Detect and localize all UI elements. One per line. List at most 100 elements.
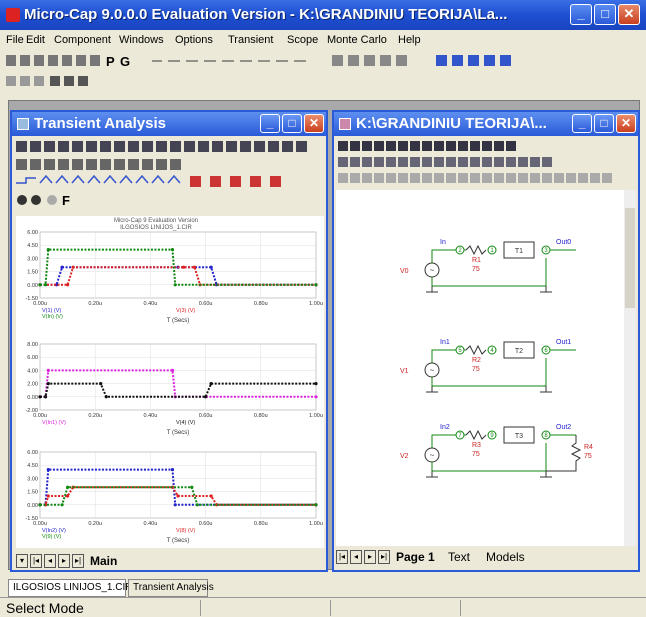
nav-prev-first-button[interactable]: |◂	[30, 554, 42, 568]
transient-title-bar[interactable]: Transient Analysis _ □ ✕	[12, 112, 326, 136]
y-tick-label: 2.00	[27, 382, 38, 388]
x-tick-label: 0.00u	[33, 521, 47, 527]
data-point	[99, 382, 103, 386]
in-node-label: In1	[440, 339, 450, 346]
tab-text[interactable]: Text	[448, 550, 470, 564]
sch-nav-prev-button[interactable]: ◂	[350, 550, 362, 564]
menu-options[interactable]: Options	[175, 34, 213, 46]
schematic-canvas[interactable]: ~V0In2R1751 T1 3Out0~V1In15R2754 T2 6Out1~V2…	[336, 190, 636, 546]
data-point	[190, 485, 194, 489]
chart-frame	[39, 451, 317, 519]
nav-prev-button[interactable]: ◂	[44, 554, 56, 568]
sch-nav-last-button[interactable]: ▸|	[378, 550, 390, 564]
sch-nav-next-button[interactable]: ▸	[364, 550, 376, 564]
data-point	[60, 265, 64, 269]
secondary-toolbar-icons[interactable]	[2, 72, 302, 90]
app-title-bar[interactable]: Micro-Cap 9.0.0.0 Evaluation Version - K…	[0, 0, 646, 30]
app-title: Micro-Cap 9.0.0.0 Evaluation Version - K…	[24, 6, 508, 23]
transient-maximize-button[interactable]: □	[282, 114, 302, 133]
schematic-minimize-button[interactable]: _	[572, 114, 592, 133]
data-point	[173, 503, 177, 507]
svg-text:F: F	[62, 193, 70, 208]
resistor-value: 75	[472, 266, 480, 273]
data-point	[46, 382, 50, 386]
x-tick-label: 0.40u	[144, 521, 158, 527]
data-point	[38, 283, 42, 287]
x-axis-label: T (Secs)	[167, 430, 190, 436]
data-point	[46, 468, 50, 472]
schematic-close-button[interactable]: ✕	[616, 114, 636, 133]
data-point	[38, 395, 42, 399]
transient-close-button[interactable]: ✕	[304, 114, 324, 133]
doc-tab-circuit[interactable]: ILGOSIOS LINIJOS_1.CIR	[8, 579, 132, 597]
data-point	[170, 368, 175, 372]
menu-transient[interactable]: Transient	[228, 34, 273, 46]
data-point	[176, 494, 180, 498]
chart-icon	[17, 118, 29, 130]
menu-windows[interactable]: Windows	[119, 34, 164, 46]
source-label: V0	[400, 268, 409, 275]
menu-monte-carlo[interactable]: Monte Carlo	[327, 34, 387, 46]
y-tick-label: 4.00	[27, 368, 38, 374]
doc-tab-transient[interactable]: Transient Analysis	[128, 579, 214, 597]
transient-minimize-button[interactable]: _	[260, 114, 280, 133]
schematic-window[interactable]: K:\GRANDINIU TEORIJA\... _ □ ✕ ~ V0 In 2…	[332, 110, 640, 572]
tab-models[interactable]: Models	[486, 550, 525, 564]
schematic-title-bar[interactable]: K:\GRANDINIU TEORIJA\... _ □ ✕	[334, 112, 638, 136]
data-point	[173, 283, 177, 287]
in-node-label: In	[440, 239, 446, 246]
sch-nav-first-button[interactable]: |◂	[336, 550, 348, 564]
y-tick-label: 1.50	[27, 490, 38, 496]
source-glyph: ~	[430, 451, 435, 460]
data-point	[195, 503, 199, 507]
data-point	[38, 503, 42, 507]
chart-panel-1[interactable]: 6.004.503.001.500.00-1.500.00u 0.20u 0.40u…	[25, 230, 322, 324]
data-point	[314, 382, 318, 386]
source-label: V1	[400, 368, 409, 375]
transient-plot-area[interactable]: Micro-Cap 9 Evaluation Version ILGOSIOS …	[16, 216, 324, 548]
x-tick-label: 0.40u	[144, 301, 158, 307]
transmission-line-label: T3	[515, 433, 523, 440]
legend-entry: V(8) (V)	[176, 528, 195, 534]
resistor-value: 75	[472, 366, 480, 373]
x-tick-label: 0.20u	[88, 413, 102, 419]
transient-analysis-window[interactable]: Transient Analysis _ □ ✕ F Micro-Cap 9 E…	[10, 110, 328, 572]
x-tick-label: 0.60u	[199, 301, 213, 307]
legend-entry: V(9) (V)	[42, 534, 61, 540]
schematic-maximize-button[interactable]: □	[594, 114, 614, 133]
close-button[interactable]: ✕	[618, 4, 640, 25]
minimize-button[interactable]: _	[570, 4, 592, 25]
resistor-value: 75	[472, 451, 480, 458]
nav-next-button[interactable]: ▸	[58, 554, 70, 568]
transmission-line-label: T2	[515, 348, 523, 355]
menu-scope[interactable]: Scope	[287, 34, 318, 46]
x-tick-label: 0.00u	[33, 301, 47, 307]
main-toolbar-icons[interactable]: P G	[2, 52, 642, 70]
out-node-label: Out1	[556, 339, 571, 346]
transient-title: Transient Analysis	[34, 115, 166, 132]
tab-main[interactable]: Main	[90, 554, 117, 568]
chart-panel-3[interactable]: 6.004.503.001.500.00-1.500.00u 0.20u 0.40u…	[25, 450, 322, 544]
data-point	[43, 395, 48, 399]
maximize-button[interactable]: □	[594, 4, 616, 25]
svg-text:P: P	[106, 54, 115, 69]
status-bar: Select Mode	[0, 597, 646, 617]
nav-first-button[interactable]: ▾	[16, 554, 28, 568]
nav-last-button[interactable]: ▸|	[72, 554, 84, 568]
schematic-toolbar[interactable]	[336, 138, 636, 188]
app-icon[interactable]	[6, 8, 20, 22]
x-tick-label: 0.20u	[88, 521, 102, 527]
schematic-vscroll-thumb[interactable]	[625, 208, 635, 308]
transient-toolbar[interactable]: F	[14, 138, 324, 216]
menu-file[interactable]: File	[6, 34, 24, 46]
main-toolbar: P G	[2, 52, 642, 70]
menu-component[interactable]: Component	[54, 34, 111, 46]
source-glyph: ~	[430, 266, 435, 275]
menu-help[interactable]: Help	[398, 34, 421, 46]
plot-header-line1: Micro-Cap 9 Evaluation Version	[114, 218, 198, 224]
menu-edit[interactable]: Edit	[26, 34, 45, 46]
data-point	[46, 248, 50, 252]
chart-panel-2[interactable]: 8.006.004.002.000.00-2.000.00u 0.20u 0.40u…	[25, 342, 322, 436]
data-point	[314, 503, 318, 507]
tab-page-1[interactable]: Page 1	[396, 550, 435, 564]
